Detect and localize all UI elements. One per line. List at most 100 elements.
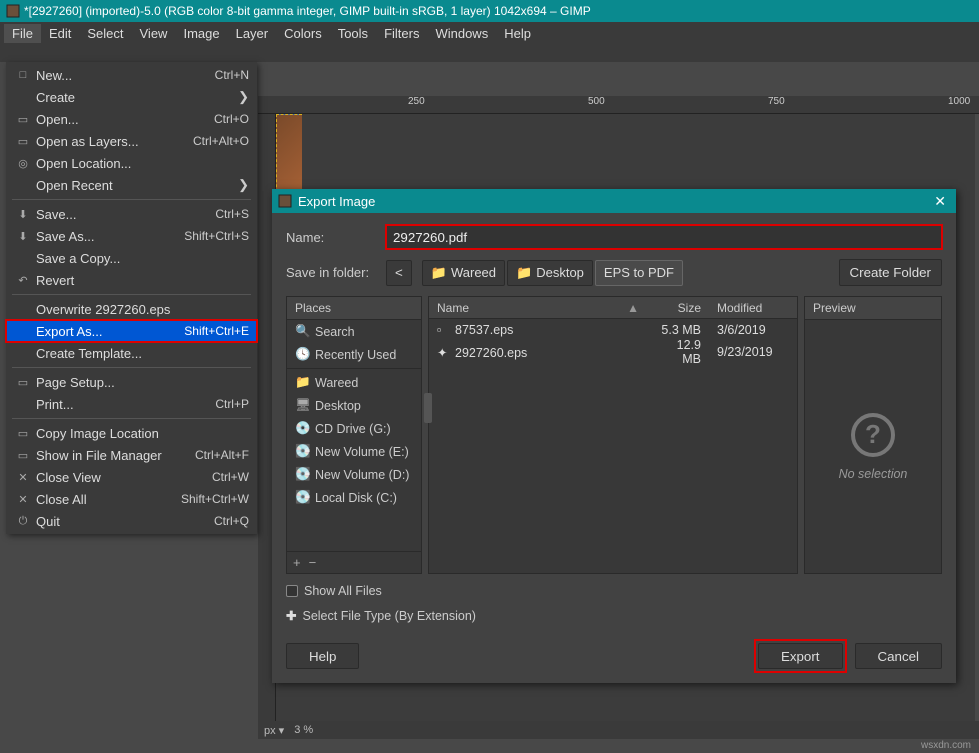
place-local-disk-c[interactable]: 💽Local Disk (C:) xyxy=(287,486,421,509)
menuitem-open[interactable]: ▭Open...Ctrl+O xyxy=(6,108,257,130)
menuitem-label: Save... xyxy=(32,207,215,222)
menuitem-shortcut: Ctrl+Q xyxy=(214,514,249,528)
menuitem-label: Page Setup... xyxy=(32,375,249,390)
places-panel: Places 🔍Search🕓Recently Used📁Wareed🖥Desk… xyxy=(286,296,422,574)
menuitem-overwrite-2927260-eps[interactable]: Overwrite 2927260.eps xyxy=(6,298,257,320)
place-recently-used[interactable]: 🕓Recently Used xyxy=(287,343,421,366)
menuitem-shortcut: Ctrl+N xyxy=(215,68,249,82)
menu-filters[interactable]: Filters xyxy=(376,24,427,43)
ruler-tick: 500 xyxy=(588,96,605,107)
menuitem-label: Copy Image Location xyxy=(32,426,249,441)
file-menu: □New...Ctrl+NCreate❯▭Open...Ctrl+O▭Open … xyxy=(6,62,257,534)
menuitem-icon: ↶ xyxy=(14,274,32,287)
cancel-button[interactable]: Cancel xyxy=(855,643,943,669)
menuitem-label: Open Location... xyxy=(32,156,249,171)
menuitem-label: Export As... xyxy=(32,324,184,339)
place-cd-drive-g[interactable]: 💿CD Drive (G:) xyxy=(287,417,421,440)
menuitem-shortcut: Shift+Ctrl+W xyxy=(181,492,249,506)
menuitem-label: New... xyxy=(32,68,215,83)
back-button[interactable]: < xyxy=(386,260,412,286)
menuitem-icon: ⬇ xyxy=(14,208,32,221)
place-desktop[interactable]: 🖥Desktop xyxy=(287,394,421,417)
create-folder-button[interactable]: Create Folder xyxy=(839,259,943,286)
menuitem-shortcut: Ctrl+S xyxy=(215,207,249,221)
dialog-title: Export Image xyxy=(298,194,930,209)
place-icon: 💽 xyxy=(295,467,309,482)
menuitem-print[interactable]: Print...Ctrl+P xyxy=(6,393,257,415)
close-icon[interactable]: ✕ xyxy=(930,193,950,210)
menu-file[interactable]: File xyxy=(4,24,41,43)
menuitem-save-a-copy[interactable]: Save a Copy... xyxy=(6,247,257,269)
menuitem-show-in-file-manager[interactable]: ▭Show in File ManagerCtrl+Alt+F xyxy=(6,444,257,466)
menu-layer[interactable]: Layer xyxy=(228,24,277,43)
menuitem-icon: ▭ xyxy=(14,449,32,462)
menuitem-export-as[interactable]: Export As...Shift+Ctrl+E xyxy=(6,320,257,342)
place-wareed[interactable]: 📁Wareed xyxy=(287,371,421,394)
remove-bookmark-icon[interactable]: − xyxy=(309,555,317,570)
file-row[interactable]: ▫87537.eps5.3 MB3/6/2019 xyxy=(429,319,797,341)
column-modified[interactable]: Modified xyxy=(709,301,797,315)
unit-dropdown[interactable]: px ▾ xyxy=(264,724,284,737)
preview-header: Preview xyxy=(805,297,941,320)
menuitem-label: Create Template... xyxy=(32,346,249,361)
show-all-files-checkbox[interactable]: Show All Files xyxy=(286,584,942,598)
ruler-tick: 750 xyxy=(768,96,785,107)
dialog-icon xyxy=(278,194,292,208)
place-icon: 💿 xyxy=(295,421,309,436)
column-name[interactable]: Name ▲ xyxy=(429,301,647,315)
menuitem-close-view[interactable]: ✕Close ViewCtrl+W xyxy=(6,466,257,488)
place-icon: 💽 xyxy=(295,444,309,459)
window-titlebar: *[2927260] (imported)-5.0 (RGB color 8-b… xyxy=(0,0,979,22)
ruler-tick: 250 xyxy=(408,96,425,107)
menuitem-label: Save As... xyxy=(32,229,184,244)
file-row[interactable]: ✦2927260.eps12.9 MB9/23/2019 xyxy=(429,341,797,363)
file-type-expander[interactable]: ✚ Select File Type (By Extension) xyxy=(286,608,942,623)
menuitem-new[interactable]: □New...Ctrl+N xyxy=(6,64,257,86)
export-button[interactable]: Export xyxy=(758,643,843,669)
file-icon: ✦ xyxy=(437,345,451,360)
filename-input[interactable] xyxy=(386,225,942,249)
path-segment-desktop[interactable]: 📁Desktop xyxy=(507,260,593,286)
menu-view[interactable]: View xyxy=(132,24,176,43)
menuitem-quit[interactable]: ⏻QuitCtrl+Q xyxy=(6,510,257,532)
place-icon: 💽 xyxy=(295,490,309,505)
menu-select[interactable]: Select xyxy=(79,24,131,43)
menuitem-shortcut: Ctrl+O xyxy=(214,112,249,126)
path-segment-wareed[interactable]: 📁Wareed xyxy=(422,260,505,286)
menuitem-icon: □ xyxy=(14,69,32,81)
checkbox-icon xyxy=(286,585,298,597)
menuitem-open-location[interactable]: ◎Open Location... xyxy=(6,152,257,174)
menuitem-icon: ⏻ xyxy=(14,515,32,528)
path-segment-eps-to-pdf[interactable]: EPS to PDF xyxy=(595,260,683,286)
toolbar-strip xyxy=(0,44,979,62)
menuitem-shortcut: Ctrl+Alt+F xyxy=(195,448,249,462)
menu-image[interactable]: Image xyxy=(175,24,227,43)
pane-resize-handle[interactable] xyxy=(424,393,432,423)
menuitem-create[interactable]: Create❯ xyxy=(6,86,257,108)
menuitem-close-all[interactable]: ✕Close AllShift+Ctrl+W xyxy=(6,488,257,510)
menuitem-open-recent[interactable]: Open Recent❯ xyxy=(6,174,257,196)
help-button[interactable]: Help xyxy=(286,643,359,669)
menu-edit[interactable]: Edit xyxy=(41,24,79,43)
window-title: *[2927260] (imported)-5.0 (RGB color 8-b… xyxy=(24,4,591,18)
add-bookmark-icon[interactable]: + xyxy=(293,555,301,570)
menuitem-save[interactable]: ⬇Save...Ctrl+S xyxy=(6,203,257,225)
menuitem-label: Open as Layers... xyxy=(32,134,193,149)
menu-colors[interactable]: Colors xyxy=(276,24,330,43)
menuitem-page-setup[interactable]: ▭Page Setup... xyxy=(6,371,257,393)
menu-windows[interactable]: Windows xyxy=(427,24,496,43)
menu-help[interactable]: Help xyxy=(496,24,539,43)
place-new-volume-e[interactable]: 💽New Volume (E:) xyxy=(287,440,421,463)
menuitem-copy-image-location[interactable]: ▭Copy Image Location xyxy=(6,422,257,444)
place-search[interactable]: 🔍Search xyxy=(287,320,421,343)
zoom-percent[interactable]: 3 % xyxy=(294,724,313,736)
menu-tools[interactable]: Tools xyxy=(330,24,376,43)
column-size[interactable]: Size xyxy=(647,301,709,315)
menuitem-open-as-layers[interactable]: ▭Open as Layers...Ctrl+Alt+O xyxy=(6,130,257,152)
menuitem-save-as[interactable]: ⬇Save As...Shift+Ctrl+S xyxy=(6,225,257,247)
menuitem-shortcut: Shift+Ctrl+E xyxy=(184,324,249,338)
menuitem-create-template[interactable]: Create Template... xyxy=(6,342,257,364)
menuitem-revert[interactable]: ↶Revert xyxy=(6,269,257,291)
place-new-volume-d[interactable]: 💽New Volume (D:) xyxy=(287,463,421,486)
menuitem-label: Close View xyxy=(32,470,212,485)
